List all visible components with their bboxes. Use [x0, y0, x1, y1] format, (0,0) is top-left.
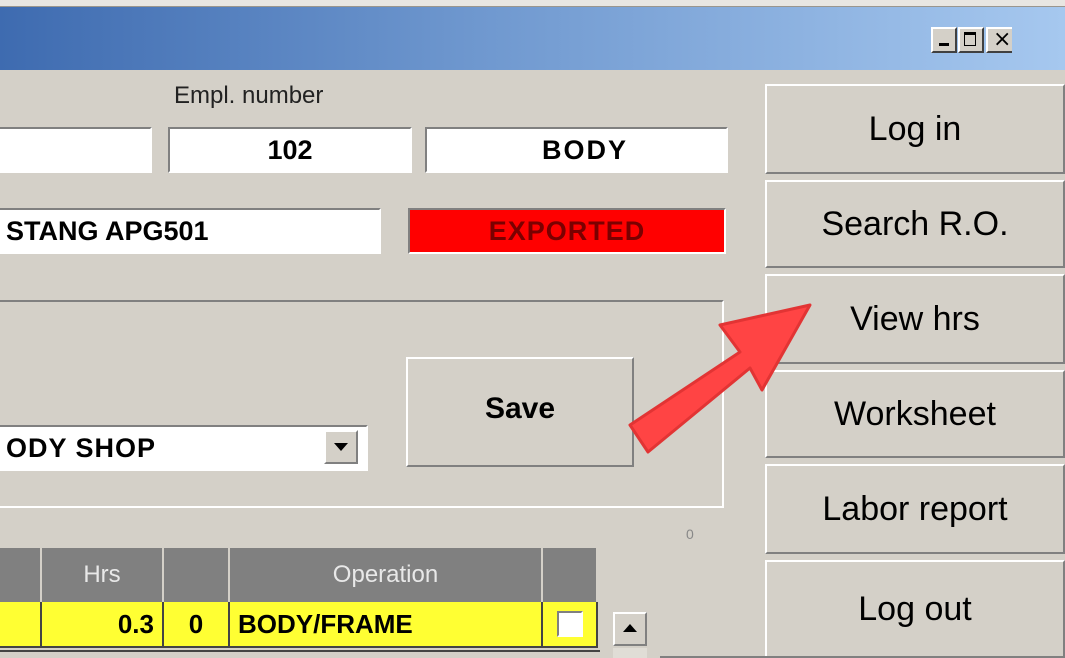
employee-number-field[interactable]: 102 — [168, 127, 412, 173]
search-ro-button[interactable]: Search R.O. — [765, 180, 1065, 268]
annotation-arrow-icon — [628, 303, 812, 454]
vehicle-field[interactable]: STANG APG501 — [0, 208, 381, 254]
search-ro-button-label: Search R.O. — [821, 204, 1009, 243]
table-header-operation: Operation — [230, 548, 543, 602]
title-bar-top-border — [0, 0, 1065, 7]
table-row-check-cell[interactable] — [543, 602, 598, 648]
table-header-flag — [164, 548, 230, 602]
table-scroll-up-button[interactable] — [613, 612, 647, 646]
table-header-check — [543, 548, 598, 602]
table-header-hrs: Hrs — [42, 548, 164, 602]
chevron-down-icon — [334, 443, 348, 451]
login-button-label: Log in — [868, 109, 962, 148]
worksheet-button-label: Worksheet — [834, 394, 996, 433]
title-bar: × — [0, 0, 1065, 70]
labor-report-button-label: Labor report — [822, 489, 1008, 528]
minimize-icon — [939, 43, 949, 46]
table-row-operation[interactable]: BODY/FRAME — [230, 602, 543, 648]
table-bottom-line — [0, 650, 600, 652]
department-field[interactable]: BODY — [425, 127, 728, 173]
table-row-hrs[interactable]: 0.3 — [42, 602, 164, 648]
save-button-label: Save — [484, 392, 556, 425]
login-button[interactable]: Log in — [765, 84, 1065, 174]
employee-number-label: Empl. number — [174, 82, 324, 109]
shop-select-value: ODY SHOP — [6, 432, 157, 463]
logout-button[interactable]: Log out — [765, 560, 1065, 658]
employee-name-field[interactable] — [0, 127, 152, 173]
maximize-button[interactable] — [958, 27, 984, 53]
table-row-col0[interactable] — [0, 602, 42, 648]
close-button[interactable]: × — [986, 27, 1012, 53]
chevron-up-icon — [623, 624, 637, 632]
close-icon: × — [993, 27, 1012, 52]
view-hrs-button-label: View hrs — [850, 299, 980, 338]
minimize-button[interactable] — [931, 27, 957, 53]
counter-label: 0 — [686, 526, 694, 542]
status-field: EXPORTED — [408, 208, 726, 254]
logout-button-label: Log out — [858, 589, 972, 628]
table-scrollbar-track[interactable] — [613, 648, 647, 658]
maximize-icon — [964, 32, 976, 46]
shop-select-dropdown-button[interactable] — [324, 430, 358, 464]
shop-select[interactable]: ODY SHOP — [0, 425, 368, 471]
table-row-flag[interactable]: 0 — [164, 602, 230, 648]
table-header-col0 — [0, 548, 42, 602]
table-row-checkbox[interactable] — [556, 611, 583, 637]
